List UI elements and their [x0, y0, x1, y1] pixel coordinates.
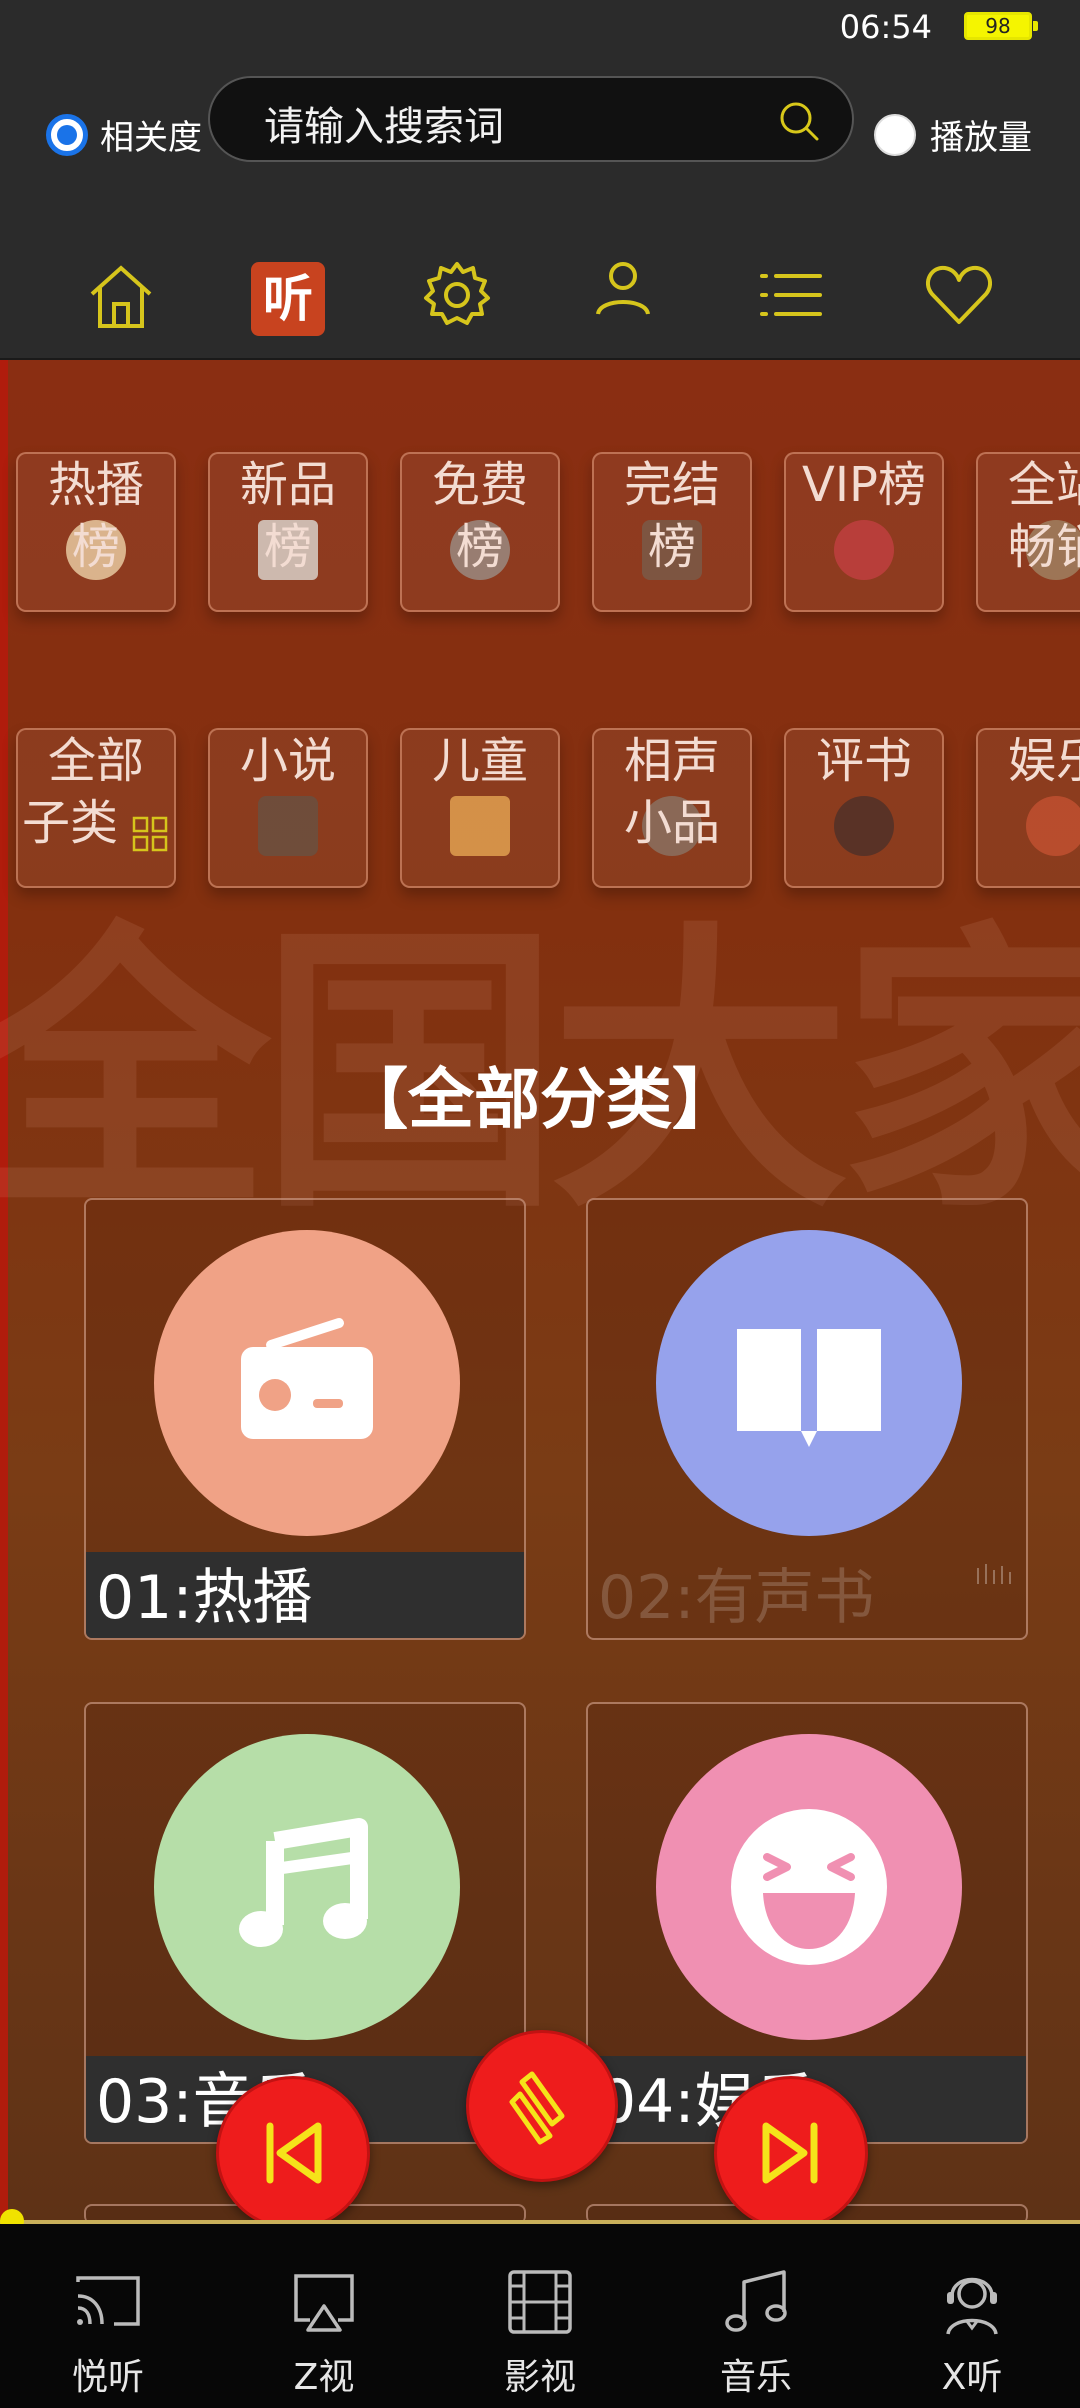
entertainment-emblem-icon [1026, 796, 1080, 856]
radio-icon [241, 1318, 373, 1439]
sound-wave-icon [977, 1564, 1011, 1584]
category-circle [154, 1230, 460, 1536]
chip-free-ranking[interactable]: 免费 榜 [400, 452, 560, 612]
chip-label: 娱乐 [1007, 733, 1080, 789]
status-time: 06:54 [839, 8, 932, 46]
chip-sublabel: 榜 [647, 519, 696, 575]
airplay-icon [294, 2274, 354, 2332]
visor-helmet-emblem-icon [834, 520, 894, 580]
chip-storytelling[interactable]: 评书 [784, 728, 944, 888]
category-circle [656, 1734, 962, 2040]
bottom-navigation: 悦听 Z视 影视 音乐 X听 [0, 2224, 1080, 2408]
bottom-nav-yingshi[interactable]: 影视 [432, 2224, 648, 2408]
settings-gear-icon[interactable] [418, 256, 496, 334]
cast-icon [76, 2276, 140, 2326]
double-slash-icon [509, 2071, 565, 2145]
chip-crosstalk[interactable]: 相声 小品 [592, 728, 752, 888]
chip-sublabel: 小品 [623, 795, 720, 851]
children-emblem-icon [450, 796, 510, 856]
chip-label: 相声 [623, 733, 720, 789]
category-label: 01:热播 [86, 1552, 524, 1638]
bottom-nav-yueting[interactable]: 悦听 [0, 2224, 216, 2408]
laughing-face-icon [731, 1809, 887, 1965]
category-circle [154, 1734, 460, 2040]
music-notes-icon [725, 2270, 787, 2332]
chip-label: 全站 [1007, 457, 1080, 513]
chip-label: 评书 [815, 733, 912, 789]
sort-relevance-radio[interactable] [46, 114, 88, 156]
chip-vip-ranking[interactable]: VIP榜 [784, 452, 944, 612]
chip-label: 新品 [239, 457, 336, 513]
chip-novel[interactable]: 小说 [208, 728, 368, 888]
skip-next-icon [762, 2122, 818, 2184]
category-circle [656, 1230, 962, 1536]
next-track-button[interactable] [714, 2076, 868, 2230]
storytelling-emblem-icon [834, 796, 894, 856]
sort-plays-label[interactable]: 播放量 [930, 110, 1032, 159]
skip-previous-icon [266, 2122, 322, 2184]
previous-track-button[interactable] [216, 2076, 370, 2230]
home-icon[interactable] [82, 256, 160, 334]
category-card-audiobook[interactable]: 02:有声书 [586, 1198, 1028, 1640]
chip-bestseller-ranking[interactable]: 全站 畅销 [976, 452, 1080, 612]
favorites-heart-icon[interactable] [920, 256, 998, 334]
chip-hot-ranking[interactable]: 热播 榜 [16, 452, 176, 612]
category-label: 02:有声书 [598, 1563, 875, 1633]
chip-all-subcategories[interactable]: 全部 子类 [16, 728, 176, 888]
chip-label: 小说 [239, 733, 336, 789]
bottom-nav-zshi[interactable]: Z视 [216, 2224, 432, 2408]
chip-label: 免费 [431, 457, 528, 513]
headset-user-icon [946, 2277, 998, 2335]
chip-entertainment[interactable]: 娱乐 [976, 728, 1080, 888]
chip-sublabel: 榜 [263, 519, 312, 575]
section-title: 【全部分类】 [342, 1060, 738, 1138]
user-profile-icon[interactable] [584, 256, 662, 334]
chip-new-ranking[interactable]: 新品 榜 [208, 452, 368, 612]
search-icon[interactable] [776, 98, 822, 144]
chip-sublabel: 榜 [71, 519, 120, 575]
chip-label: VIP榜 [802, 457, 926, 513]
battery-indicator: 98 [964, 12, 1038, 40]
top-bar: 06:54 98 相关度 请输入搜索词 播放量 听 [0, 0, 1080, 360]
chip-sublabel: 榜 [455, 519, 504, 575]
bottom-nav-label: X听 [941, 2357, 1003, 2398]
sort-plays-radio[interactable] [874, 114, 916, 156]
chip-label: 完结 [623, 457, 720, 513]
chip-label: 全部 [47, 733, 144, 789]
chip-children[interactable]: 儿童 [400, 728, 560, 888]
film-strip-icon [508, 2270, 572, 2334]
search-placeholder: 请输入搜索词 [264, 104, 504, 150]
category-card-hot[interactable]: 01:热播 [84, 1198, 526, 1640]
sort-relevance-label[interactable]: 相关度 [100, 110, 202, 159]
playlist-toggle-button[interactable] [466, 2030, 618, 2182]
list-menu-icon[interactable] [754, 256, 832, 334]
chip-label: 热播 [47, 457, 144, 513]
novel-emblem-icon [258, 796, 318, 856]
bottom-nav-label: Z视 [293, 2357, 355, 2398]
listen-tab-icon[interactable]: 听 [251, 262, 325, 336]
bottom-nav-label: 音乐 [719, 2357, 792, 2398]
bottom-nav-xting[interactable]: X听 [864, 2224, 1080, 2408]
bottom-nav-music[interactable]: 音乐 [648, 2224, 864, 2408]
chip-label: 儿童 [431, 733, 528, 789]
bottom-nav-label: 悦听 [71, 2357, 144, 2398]
bottom-nav-label: 影视 [503, 2357, 576, 2398]
search-input[interactable]: 请输入搜索词 [208, 76, 854, 162]
chip-sublabel: 畅销 [1007, 519, 1080, 575]
chip-sublabel: 子类 [22, 795, 119, 851]
music-note-icon [239, 1818, 368, 1947]
open-book-icon [737, 1329, 881, 1447]
chip-finished-ranking[interactable]: 完结 榜 [592, 452, 752, 612]
